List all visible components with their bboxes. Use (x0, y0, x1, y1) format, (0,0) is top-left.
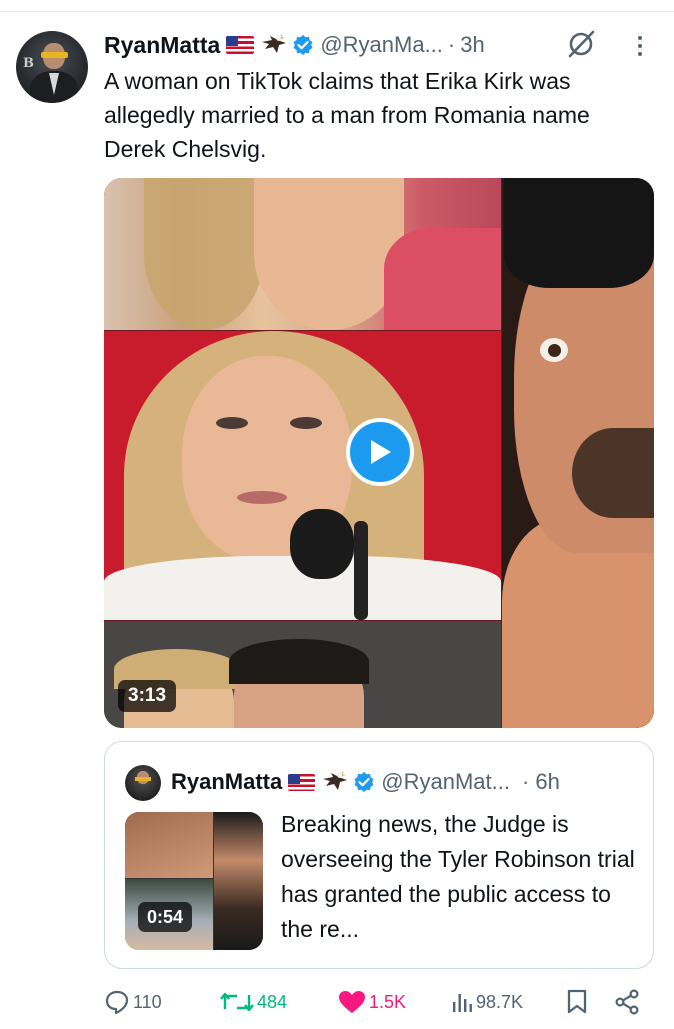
quoted-author-name[interactable]: RyanMatta (171, 769, 282, 795)
repost-icon (220, 992, 254, 1012)
like-icon (339, 991, 365, 1013)
reply-button[interactable]: 110 (104, 985, 162, 1019)
view-count: 98.7K (476, 991, 524, 1012)
quoted-author-avatar[interactable] (125, 765, 161, 801)
thumbnail-panel-right (502, 178, 654, 728)
play-icon (371, 440, 391, 464)
reply-count: 110 (133, 991, 162, 1012)
thumbnail-panel-center (104, 331, 501, 620)
quoted-video-duration: 0:54 (138, 902, 193, 932)
flag-icon (226, 36, 255, 54)
post-time[interactable]: 3h (460, 32, 484, 58)
grok-icon[interactable] (566, 29, 598, 59)
post-header: RyanMatta @RyanMa... · 3h (104, 28, 485, 62)
avatar-letter: B (23, 56, 34, 71)
more-icon[interactable] (628, 34, 652, 58)
post-text: A woman on TikTok claims that Erika Kirk… (104, 68, 590, 162)
share-button[interactable] (614, 985, 640, 1019)
views-icon (453, 994, 472, 1012)
thumbnail-panel-top (104, 178, 501, 330)
author-avatar[interactable]: B (16, 31, 88, 103)
like-count: 1.5K (369, 991, 407, 1012)
share-icon (615, 989, 639, 1015)
quoted-post-header: RyanMatta @RyanMat... · 6h (171, 764, 560, 800)
quoted-post-time[interactable]: · 6h (522, 769, 560, 795)
play-button[interactable] (346, 418, 414, 486)
views-button[interactable]: 98.7K (451, 985, 523, 1019)
quoted-author-handle[interactable]: @RyanMat... (381, 769, 510, 795)
separator-dot: · (447, 32, 456, 57)
author-name[interactable]: RyanMatta (104, 32, 220, 59)
quoted-post[interactable]: RyanMatta @RyanMat... · 6h 0:54 Breaking… (104, 741, 654, 969)
like-button[interactable]: 1.5K (338, 985, 406, 1019)
flag-icon (288, 773, 316, 791)
top-divider (0, 11, 674, 12)
bookmark-button[interactable] (566, 985, 588, 1019)
repost-count: 484 (257, 991, 288, 1012)
reply-icon (105, 990, 129, 1015)
verified-badge-icon (293, 35, 313, 55)
bookmark-icon (567, 989, 587, 1014)
video-duration: 3:13 (118, 680, 177, 712)
action-bar: 110 484 1.5K 98.7K (0, 985, 674, 1019)
verified-badge-icon (354, 772, 374, 792)
quoted-post-text: Breaking news, the Judge is overseeing t… (281, 811, 635, 942)
eagle-icon (262, 35, 287, 53)
eagle-icon (323, 772, 348, 790)
author-handle[interactable]: @RyanMa... (320, 32, 443, 58)
repost-button[interactable]: 484 (220, 985, 287, 1019)
